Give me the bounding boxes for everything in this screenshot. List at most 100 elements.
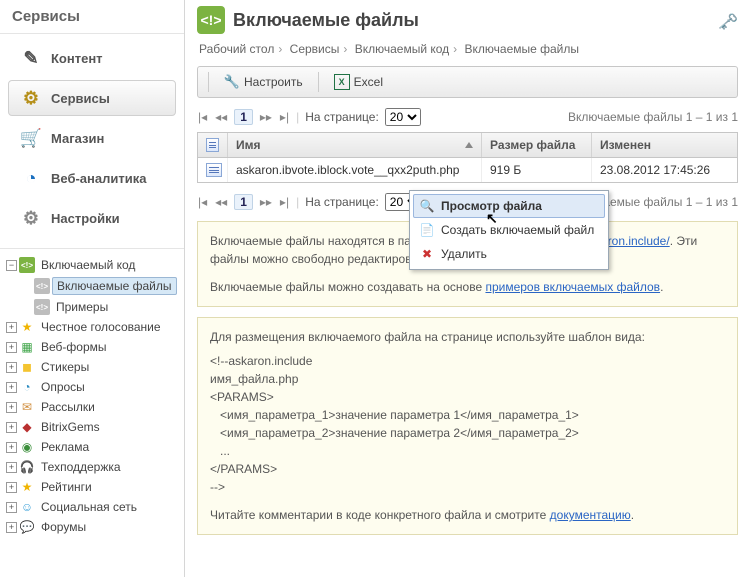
menu-icon[interactable] [206, 163, 222, 177]
menu-icon[interactable] [206, 138, 219, 152]
key-icon[interactable]: 🗝️ [718, 12, 738, 28]
crumb[interactable]: Рабочий стол [199, 42, 274, 56]
toolbar: 🔧 Настроить X Excel [197, 66, 738, 98]
collapse-icon[interactable]: − [6, 260, 17, 271]
tree-node-mail[interactable]: + ✉ Рассылки [6, 397, 180, 417]
tree-node-include-code[interactable]: − <!> Включаемый код [6, 255, 180, 275]
expand-icon[interactable]: + [6, 462, 17, 473]
pager-top: |◂ ◂◂ 1 ▸▸ ▸| | На странице: 20 Включаем… [197, 108, 738, 126]
ctx-create-file[interactable]: 📄 Создать включаемый файл [413, 218, 605, 242]
tree-label: Реклама [37, 439, 93, 455]
configure-button[interactable]: 🔧 Настроить [217, 71, 310, 93]
btn-label: Excel [354, 75, 383, 89]
section-content[interactable]: ✎ Контент [8, 40, 176, 76]
examples-link[interactable]: примеров включаемых файлов [485, 280, 660, 294]
section-services[interactable]: ⚙ Сервисы [8, 80, 176, 116]
star-icon: ★ [19, 479, 35, 495]
tree-node-voting[interactable]: + ★ Честное голосование [6, 317, 180, 337]
col-label: Изменен [600, 138, 651, 152]
expand-icon[interactable]: + [6, 342, 17, 353]
section-settings[interactable]: ⚙ Настройки [8, 200, 176, 236]
excel-icon: X [334, 74, 350, 90]
section-list: ✎ Контент ⚙ Сервисы 🛒 Магазин ◔ Веб-анал… [0, 34, 184, 248]
section-label: Контент [51, 51, 103, 66]
tree-node-ads[interactable]: + ◉ Реклама [6, 437, 180, 457]
breadcrumb: Рабочий стол› Сервисы› Включаемый код› В… [199, 42, 738, 56]
new-file-icon: 📄 [419, 222, 435, 238]
toolbar-separator [208, 72, 209, 92]
sidebar-title: Сервисы [0, 0, 184, 34]
ctx-label: Создать включаемый файл [441, 223, 594, 237]
expand-icon[interactable]: + [6, 402, 17, 413]
info-text: Включаемые файлы находятся в папке [210, 234, 433, 248]
ctx-label: Удалить [441, 247, 487, 261]
first-page-icon[interactable]: |◂ [197, 110, 208, 124]
mail-icon: ✉ [19, 399, 35, 415]
tree: − <!> Включаемый код <!> Включаемые файл… [0, 248, 184, 577]
col-header-size[interactable]: Размер файла [482, 133, 592, 157]
tree-node-polls[interactable]: + ◔ Опросы [6, 377, 180, 397]
gem-icon: ◆ [19, 419, 35, 435]
last-page-icon[interactable]: ▸| [279, 195, 290, 209]
ctx-delete[interactable]: ✖ Удалить [413, 242, 605, 266]
expand-icon[interactable]: + [6, 482, 17, 493]
expand-icon[interactable]: + [6, 442, 17, 453]
prev-page-icon[interactable]: ◂◂ [214, 195, 228, 209]
expand-icon[interactable]: + [6, 362, 17, 373]
star-icon: ★ [19, 319, 35, 335]
info-text: . [631, 508, 634, 522]
crumb[interactable]: Включаемый код [355, 42, 449, 56]
per-page-select[interactable]: 20 [385, 108, 421, 126]
docs-link[interactable]: документацию [550, 508, 631, 522]
expand-icon[interactable]: + [6, 322, 17, 333]
grid: Имя Размер файла Изменен askaron.ibvote.… [197, 132, 738, 183]
expand-icon[interactable]: + [6, 422, 17, 433]
tree-node-support[interactable]: + 🎧 Техподдержка [6, 457, 180, 477]
first-page-icon[interactable]: |◂ [197, 195, 208, 209]
tree-node-include-files[interactable]: <!> Включаемые файлы [21, 275, 180, 297]
info-text: Включаемые файлы можно создавать на осно… [210, 280, 485, 294]
ctx-view-file[interactable]: 🔍 Просмотр файла ↖ [413, 194, 605, 218]
tree-node-examples[interactable]: <!> Примеры [21, 297, 180, 317]
current-page: 1 [234, 109, 253, 125]
section-label: Настройки [51, 211, 120, 226]
col-label: Имя [236, 138, 261, 152]
code-sample: <!--askaron.include имя_файла.php <PARAM… [210, 352, 725, 496]
tree-label: Веб-формы [37, 339, 111, 355]
tree-node-forums[interactable]: + 💬 Форумы [6, 517, 180, 537]
col-header-check[interactable] [198, 133, 228, 157]
table-row[interactable]: askaron.ibvote.iblock.vote__qxx2puth.php… [198, 158, 737, 182]
excel-button[interactable]: X Excel [327, 71, 390, 93]
tree-node-ratings[interactable]: + ★ Рейтинги [6, 477, 180, 497]
row-menu-cell[interactable] [198, 158, 228, 182]
tree-node-social[interactable]: + ☺ Социальная сеть [6, 497, 180, 517]
toolbar-separator [318, 72, 319, 92]
code-icon: <!> [34, 278, 50, 294]
pie-chart-icon: ◔ [19, 166, 43, 190]
cell-size: 919 Б [482, 158, 592, 182]
col-header-name[interactable]: Имя [228, 133, 482, 157]
tree-label: Включаемый код [37, 257, 139, 273]
last-page-icon[interactable]: ▸| [279, 110, 290, 124]
col-header-modified[interactable]: Изменен [592, 133, 737, 157]
tree-label: Рейтинги [37, 479, 96, 495]
section-analytics[interactable]: ◔ Веб-аналитика [8, 160, 176, 196]
pencil-icon: ✎ [19, 46, 43, 70]
section-shop[interactable]: 🛒 Магазин [8, 120, 176, 156]
next-page-icon[interactable]: ▸▸ [259, 195, 273, 209]
sort-asc-icon [465, 142, 473, 148]
expand-icon[interactable]: + [6, 502, 17, 513]
info-panel-template: Для размещения включаемого файла на стра… [197, 317, 738, 535]
tree-node-bitrixgems[interactable]: + ◆ BitrixGems [6, 417, 180, 437]
tree-node-webforms[interactable]: + ▦ Веб-формы [6, 337, 180, 357]
crumb[interactable]: Сервисы [290, 42, 340, 56]
next-page-icon[interactable]: ▸▸ [259, 110, 273, 124]
expand-icon[interactable]: + [6, 522, 17, 533]
expand-icon[interactable]: + [6, 382, 17, 393]
cell-name: askaron.ibvote.iblock.vote__qxx2puth.php [228, 158, 482, 182]
chart-icon: ◔ [19, 379, 35, 395]
prev-page-icon[interactable]: ◂◂ [214, 110, 228, 124]
info-text: . [660, 280, 663, 294]
tree-node-stickers[interactable]: + ◼ Стикеры [6, 357, 180, 377]
context-menu: 🔍 Просмотр файла ↖ 📄 Создать включаемый … [409, 190, 609, 270]
